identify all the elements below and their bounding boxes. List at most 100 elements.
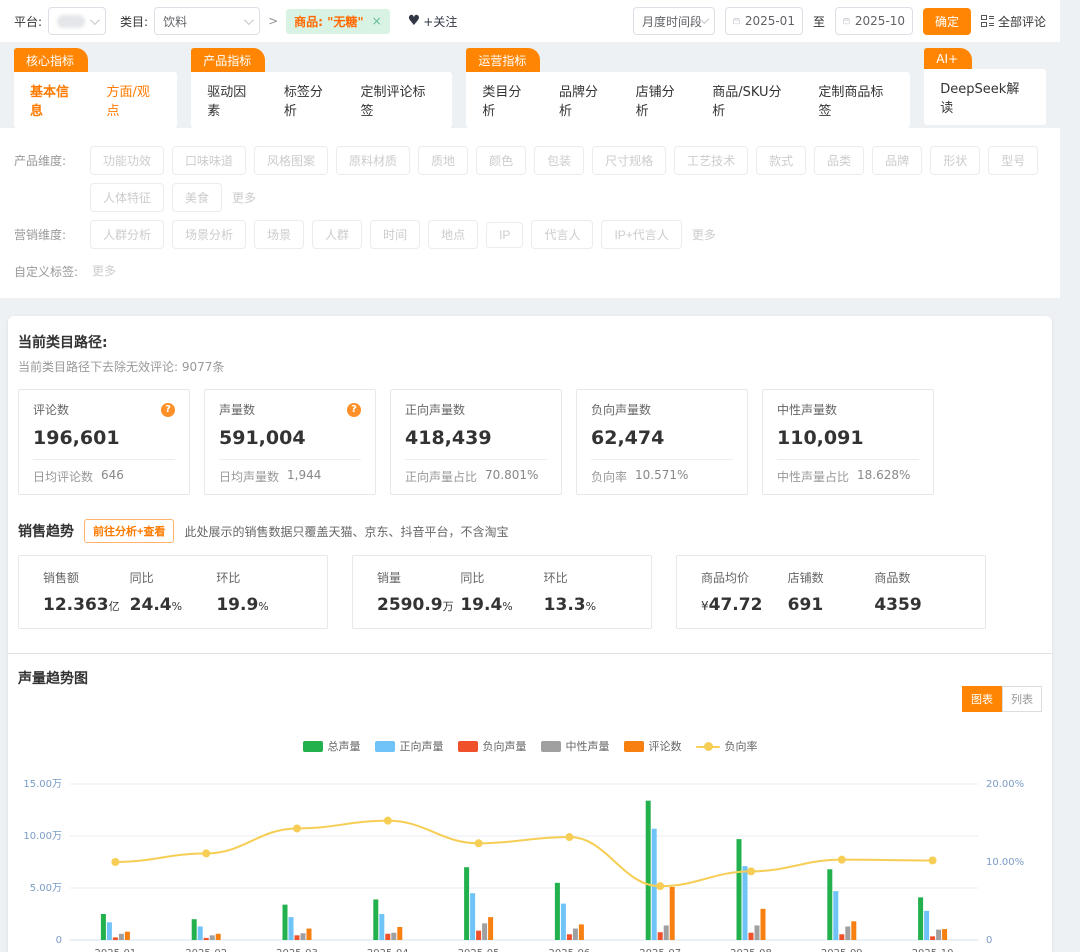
tab-item[interactable]: 驱动因素 <box>207 81 258 119</box>
legend-item[interactable]: 中性声量 <box>541 738 610 754</box>
legend-item[interactable]: 评论数 <box>624 738 682 754</box>
filter-chip[interactable]: 口味味道 <box>172 146 246 175</box>
filter-chip[interactable]: 地点 <box>428 220 478 249</box>
x-axis-tick: 2025-02 <box>185 948 227 952</box>
bar-1 <box>652 829 657 940</box>
stat-card-header: 中性声量数 <box>777 401 919 418</box>
sales-metric-value: 13.3% <box>544 595 627 615</box>
more-link[interactable]: 更多 <box>230 184 258 211</box>
legend-swatch <box>303 741 323 752</box>
tab-item[interactable]: 基本信息 <box>30 81 81 119</box>
sales-cards-row: 销售额12.363亿同比24.4%环比19.9%销量2590.9万同比19.4%… <box>18 555 1042 629</box>
tab-item[interactable]: 标签分析 <box>284 81 335 119</box>
filter-chip[interactable]: 场景分析 <box>172 220 246 249</box>
bar-1 <box>379 914 384 940</box>
view-toggle-button[interactable]: 列表 <box>1002 686 1042 712</box>
filter-chip[interactable]: 风格图案 <box>254 146 328 175</box>
filter-chip[interactable]: IP+代言人 <box>601 220 681 249</box>
sales-metric-value: 19.9% <box>216 595 303 615</box>
sales-metric-label: 商品数 <box>874 569 961 586</box>
category-select[interactable]: 饮料 <box>154 7 260 35</box>
tab-item[interactable]: 类目分析 <box>482 81 533 119</box>
legend-label: 中性声量 <box>566 738 610 754</box>
more-link[interactable]: 更多 <box>690 221 718 248</box>
filter-chip[interactable]: 型号 <box>988 146 1038 175</box>
tab-item[interactable]: 方面/观点 <box>107 81 162 119</box>
filter-chip[interactable]: 包装 <box>534 146 584 175</box>
filter-chip[interactable]: 时间 <box>370 220 420 249</box>
bar-3 <box>845 926 850 940</box>
heart-icon: ♥ <box>408 13 421 29</box>
legend-swatch <box>624 741 644 752</box>
platform-select[interactable] <box>48 7 106 35</box>
sales-metric: 环比13.3% <box>544 569 627 615</box>
legend-swatch <box>375 741 395 752</box>
tab-item[interactable]: 品牌分析 <box>559 81 610 119</box>
bar-2 <box>930 936 935 940</box>
sales-metric: 同比19.4% <box>460 569 543 615</box>
filter-chip[interactable]: 人群分析 <box>90 220 164 249</box>
tab-item[interactable]: 店铺分析 <box>636 81 687 119</box>
tag-close-icon[interactable]: × <box>372 14 382 28</box>
legend-item[interactable]: 总声量 <box>303 738 361 754</box>
chart-wrap: 05.00万10.00万15.00万010.00%20.00%2025-0120… <box>18 770 1042 952</box>
help-icon[interactable]: ? <box>347 403 361 417</box>
platform-label: 平台: <box>14 13 42 30</box>
filter-chip[interactable]: 品类 <box>814 146 864 175</box>
filter-chip[interactable]: 款式 <box>756 146 806 175</box>
filter-chip[interactable]: 原料材质 <box>336 146 410 175</box>
legend-item[interactable]: 正向声量 <box>375 738 444 754</box>
legend-label: 负向率 <box>725 738 758 754</box>
stat-sub-value: 18.628% <box>857 468 910 485</box>
nav-group-badge: 核心指标 <box>14 48 88 72</box>
filter-chip[interactable]: 人体特征 <box>90 183 164 212</box>
filter-chip[interactable]: 形状 <box>930 146 980 175</box>
bar-3 <box>936 930 941 940</box>
bar-2 <box>204 938 209 940</box>
legend-item[interactable]: 负向率 <box>696 738 758 754</box>
filter-chip[interactable]: IP <box>486 222 523 248</box>
sales-metric-label: 商品均价 <box>701 569 788 586</box>
filter-chip[interactable]: 人群 <box>312 220 362 249</box>
filter-chip[interactable]: 品牌 <box>872 146 922 175</box>
tab-item[interactable]: DeepSeek解读 <box>940 78 1030 116</box>
stat-sub-value: 70.801% <box>485 468 538 485</box>
all-comments-button[interactable]: 全部评论 <box>981 13 1046 30</box>
category-path-title: 当前类目路径: <box>18 332 1042 352</box>
tab-item[interactable]: 定制商品标签 <box>818 81 894 119</box>
follow-button[interactable]: ♥ +关注 <box>408 13 458 30</box>
filter-chip[interactable]: 功能功效 <box>90 146 164 175</box>
nav-group: 核心指标基本信息方面/观点 <box>14 48 177 128</box>
tab-item[interactable]: 商品/SKU分析 <box>712 81 792 119</box>
sales-card: 销售额12.363亿同比24.4%环比19.9% <box>18 555 328 629</box>
sales-metric-value: 19.4% <box>460 595 543 615</box>
sales-header: 销售趋势 前往分析+查看 此处展示的销售数据只覆盖天猫、京东、抖音平台，不含淘宝 <box>18 519 1042 543</box>
bar-0 <box>737 839 742 940</box>
filter-chip[interactable]: 场景 <box>254 220 304 249</box>
sales-metric: 商品数4359 <box>874 569 961 615</box>
period-select-value: 月度时间段 <box>642 13 702 30</box>
help-icon[interactable]: ? <box>161 403 175 417</box>
view-toggle-button[interactable]: 图表 <box>962 686 1002 712</box>
topbar: 平台: 类目: 饮料 > 商品: "无糖" × ♥ +关注 月度时间段 2025… <box>0 0 1060 42</box>
goto-analysis-button[interactable]: 前往分析+查看 <box>84 519 174 543</box>
date-end-input[interactable]: 2025-10 <box>835 7 913 35</box>
tab-item[interactable]: 定制评论标签 <box>360 81 436 119</box>
more-link[interactable]: 更多 <box>90 257 118 284</box>
legend-item[interactable]: 负向声量 <box>458 738 527 754</box>
sales-card: 商品均价¥47.72店铺数691商品数4359 <box>676 555 986 629</box>
filter-chip[interactable]: 尺寸规格 <box>592 146 666 175</box>
filter-chip[interactable]: 质地 <box>418 146 468 175</box>
filter-chip[interactable]: 美食 <box>172 183 222 212</box>
comment-list-icon <box>981 15 994 27</box>
date-start-input[interactable]: 2025-01 <box>725 7 803 35</box>
filter-chip[interactable]: 颜色 <box>476 146 526 175</box>
sales-metric-number: 2590.9 <box>377 595 443 615</box>
filter-chip[interactable]: 工艺技术 <box>674 146 748 175</box>
filter-chip[interactable]: 代言人 <box>531 220 593 249</box>
period-select[interactable]: 月度时间段 <box>633 7 715 35</box>
confirm-button[interactable]: 确定 <box>923 8 971 35</box>
nav-group: AI+DeepSeek解读 <box>924 48 1046 125</box>
follow-label: +关注 <box>423 13 457 30</box>
keyword-tag[interactable]: 商品: "无糖" × <box>286 9 390 34</box>
